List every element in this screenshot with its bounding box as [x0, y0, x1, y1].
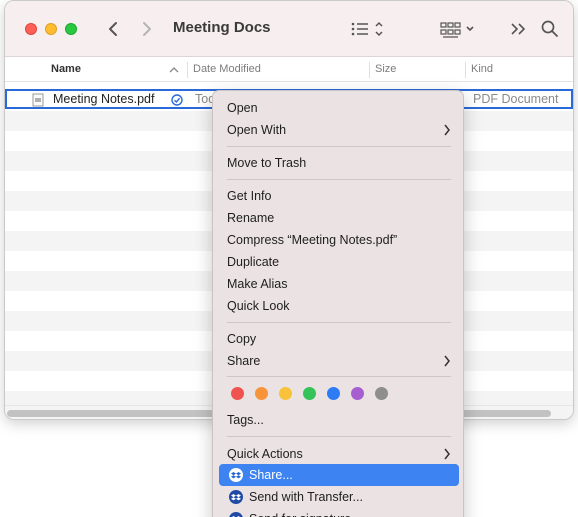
- chevron-right-icon: [444, 124, 450, 136]
- menu-item-make-alias[interactable]: Make Alias: [227, 274, 287, 294]
- tag-blue[interactable]: [327, 387, 340, 400]
- search-icon: [541, 20, 558, 37]
- file-name: Meeting Notes.pdf: [53, 92, 155, 106]
- tag-red[interactable]: [231, 387, 244, 400]
- forward-button[interactable]: [135, 17, 159, 41]
- group-button[interactable]: [439, 17, 477, 41]
- chevron-right-icon: [143, 22, 151, 36]
- zoom-button[interactable]: [65, 23, 77, 35]
- context-menu: Open Open With Move to Trash Get Info Re…: [212, 90, 464, 517]
- column-size[interactable]: Size: [375, 63, 396, 75]
- sort-ascending-icon: [169, 67, 179, 73]
- dropbox-icon: [229, 490, 243, 504]
- menu-separator: [227, 146, 451, 147]
- dropbox-icon: [229, 512, 243, 517]
- column-divider[interactable]: [465, 62, 466, 78]
- menu-item-quick-look[interactable]: Quick Look: [227, 296, 290, 316]
- menu-separator: [227, 322, 451, 323]
- menu-item-dropbox-share[interactable]: Share...: [249, 465, 293, 485]
- more-toolbar-button[interactable]: [509, 17, 529, 41]
- pdf-file-icon: [32, 93, 44, 107]
- back-button[interactable]: [101, 17, 125, 41]
- menu-item-open[interactable]: Open: [227, 98, 258, 118]
- tag-green[interactable]: [303, 387, 316, 400]
- menu-item-quick-actions[interactable]: Quick Actions: [227, 444, 303, 464]
- close-button[interactable]: [25, 23, 37, 35]
- menu-item-tags[interactable]: Tags...: [227, 410, 264, 430]
- menu-separator: [227, 179, 451, 180]
- menu-item-send-for-signature[interactable]: Send for signature...: [249, 509, 362, 517]
- column-date-modified[interactable]: Date Modified: [193, 63, 261, 75]
- minimize-button[interactable]: [45, 23, 57, 35]
- file-kind: PDF Document: [473, 92, 559, 106]
- column-name[interactable]: Name: [51, 63, 81, 75]
- tag-purple[interactable]: [351, 387, 364, 400]
- desktop: Meeting Docs Name Date Modified Size Kin…: [0, 0, 578, 517]
- menu-separator: [227, 436, 451, 437]
- menu-item-send-with-transfer[interactable]: Send with Transfer...: [249, 487, 363, 507]
- tag-yellow[interactable]: [279, 387, 292, 400]
- column-kind[interactable]: Kind: [471, 63, 493, 75]
- chevron-left-icon: [109, 22, 117, 36]
- chevron-right-icon: [444, 355, 450, 367]
- menu-item-share[interactable]: Share: [227, 351, 260, 371]
- tag-orange[interactable]: [255, 387, 268, 400]
- menu-item-open-with[interactable]: Open With: [227, 120, 286, 140]
- menu-item-move-to-trash[interactable]: Move to Trash: [227, 153, 306, 173]
- tag-gray[interactable]: [375, 387, 388, 400]
- menu-item-copy[interactable]: Copy: [227, 329, 256, 349]
- column-header: Name Date Modified Size Kind: [5, 58, 573, 82]
- menu-separator: [227, 376, 451, 377]
- column-divider[interactable]: [369, 62, 370, 78]
- menu-item-compress[interactable]: Compress “Meeting Notes.pdf”: [227, 230, 397, 250]
- menu-item-rename[interactable]: Rename: [227, 208, 274, 228]
- titlebar: Meeting Docs: [5, 1, 573, 57]
- menu-item-get-info[interactable]: Get Info: [227, 186, 271, 206]
- search-button[interactable]: [539, 17, 561, 41]
- column-divider[interactable]: [187, 62, 188, 78]
- chevron-right-icon: [444, 448, 450, 460]
- dropbox-icon: [229, 468, 243, 482]
- grid-icon: [440, 22, 474, 38]
- sync-status-icon: [171, 94, 183, 106]
- menu-item-duplicate[interactable]: Duplicate: [227, 252, 279, 272]
- window-title: Meeting Docs: [173, 19, 271, 36]
- double-chevron-right-icon: [511, 23, 526, 35]
- view-options-button[interactable]: [349, 17, 389, 41]
- list-view-icon: [351, 21, 383, 37]
